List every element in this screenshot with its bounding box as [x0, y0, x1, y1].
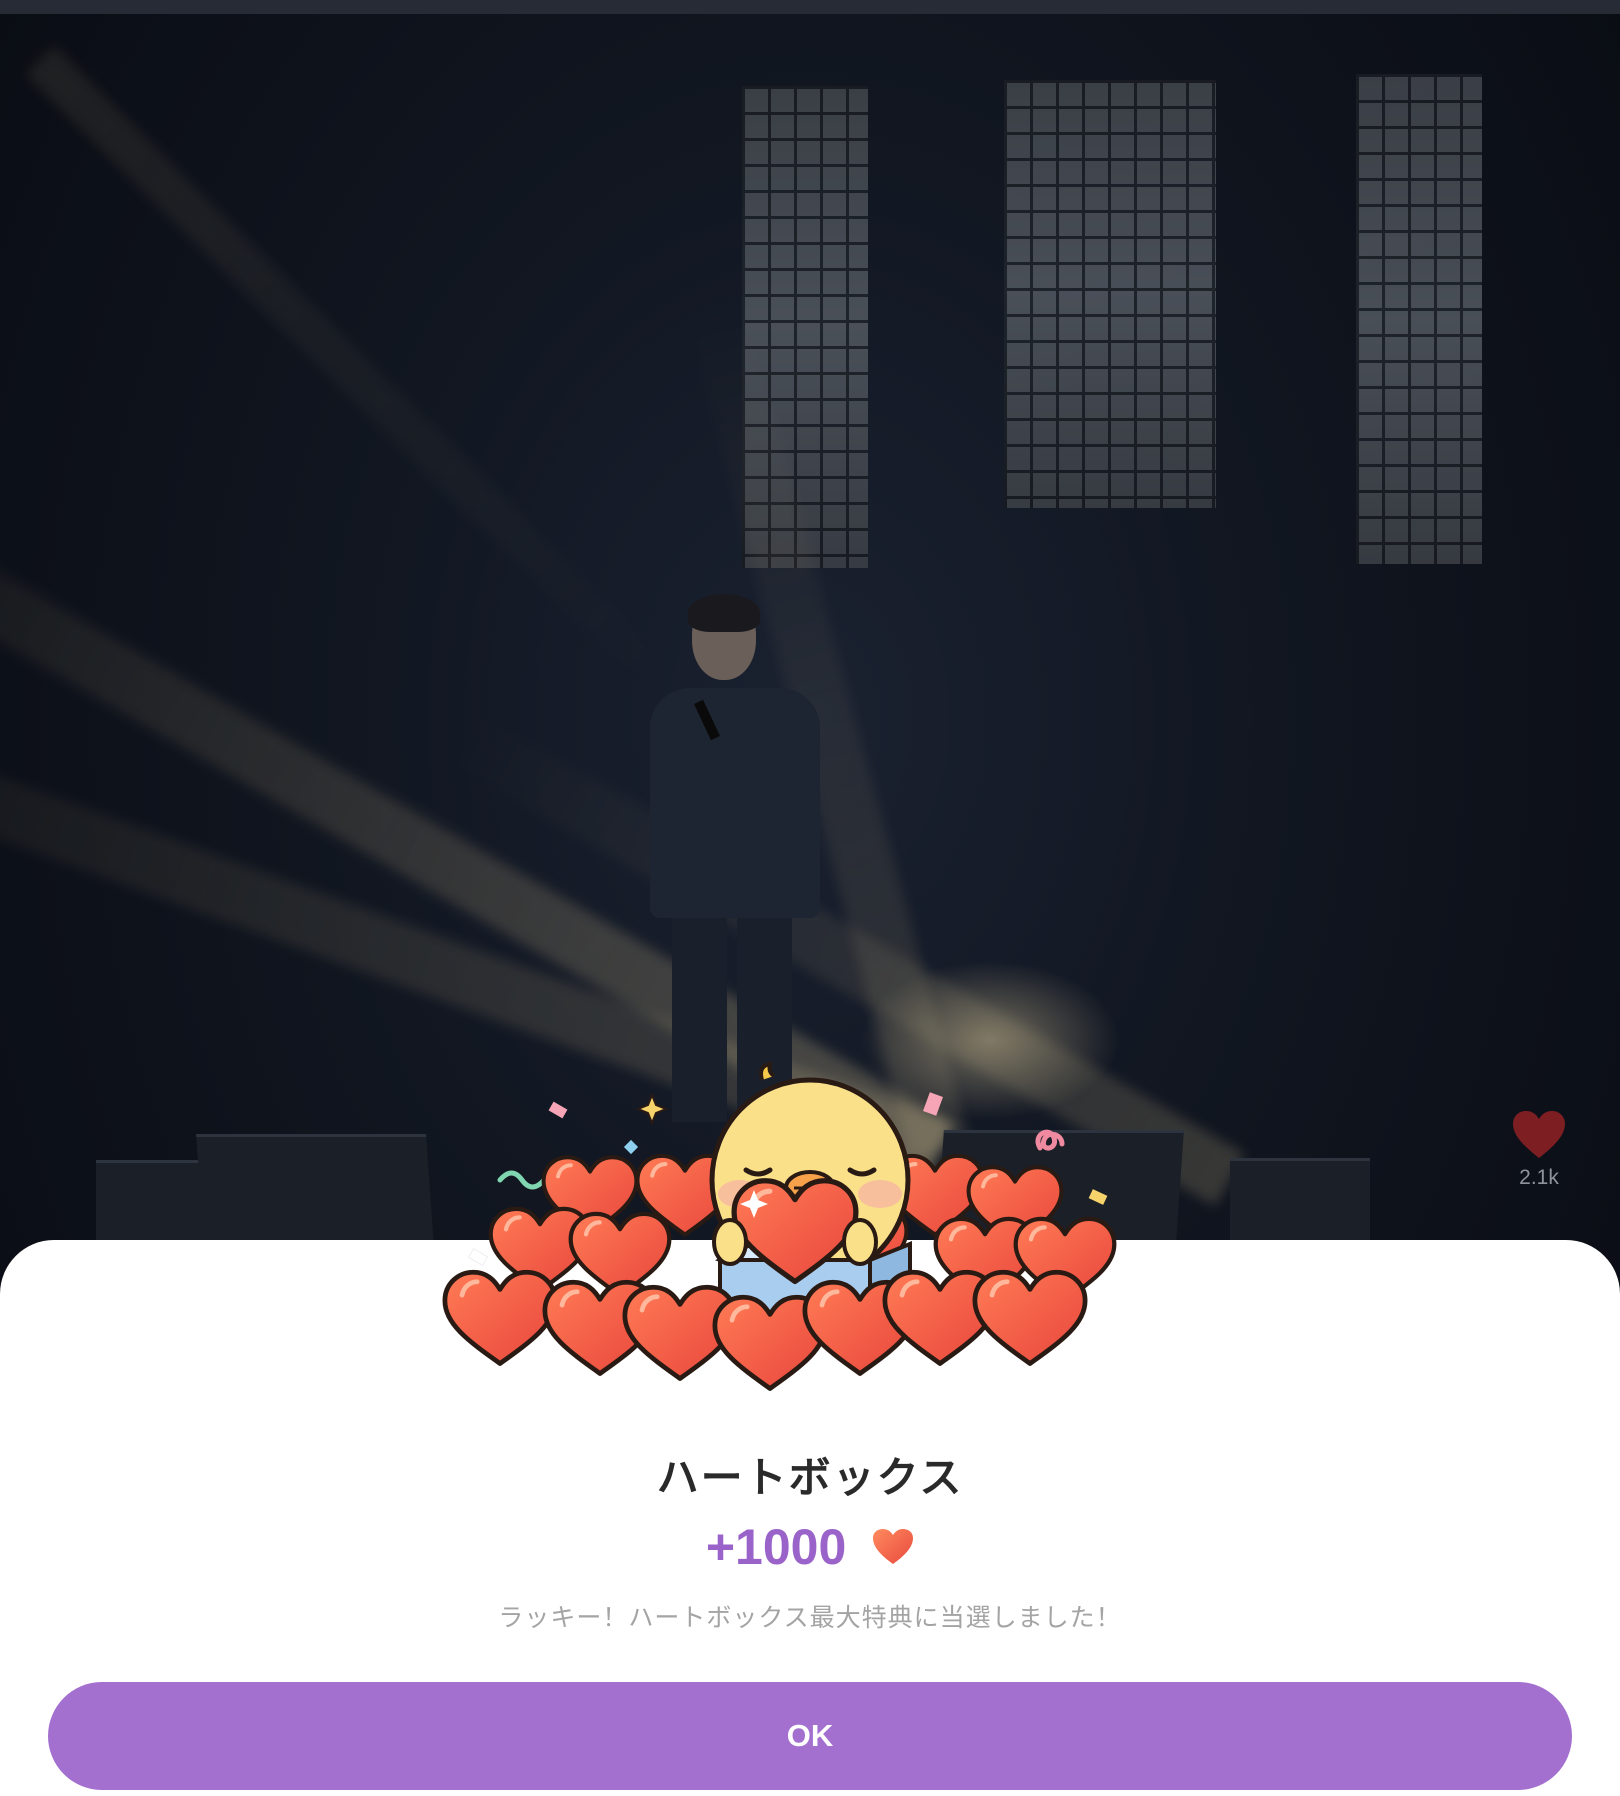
reward-amount-row: +1000 [0, 1514, 1620, 1576]
heart-box-illustration [440, 1060, 1180, 1420]
stage-screen-right [1356, 74, 1482, 564]
dialog-message: ラッキー！ハートボックス最大特典に当選しました！ [498, 1603, 1122, 1632]
stage-screen-center [1004, 80, 1216, 508]
performer-figure [640, 594, 850, 1122]
heart-icon [873, 1528, 914, 1564]
like-counter[interactable]: 2.1k [1504, 1110, 1574, 1190]
light-beam [25, 45, 691, 711]
reward-amount: +1000 [705, 1518, 847, 1575]
dialog-title: ハートボックス [656, 1453, 964, 1502]
like-count: 2.1k [1519, 1166, 1559, 1189]
stage-monitor [1230, 1158, 1370, 1251]
stage-monitor [196, 1134, 434, 1247]
ok-button[interactable]: OK [48, 1682, 1572, 1790]
stage-monitor [96, 1160, 206, 1243]
stage-truss [0, 0, 1620, 14]
heart-icon[interactable] [1511, 1110, 1567, 1160]
chick-with-hearts-icon [440, 1061, 1180, 1420]
